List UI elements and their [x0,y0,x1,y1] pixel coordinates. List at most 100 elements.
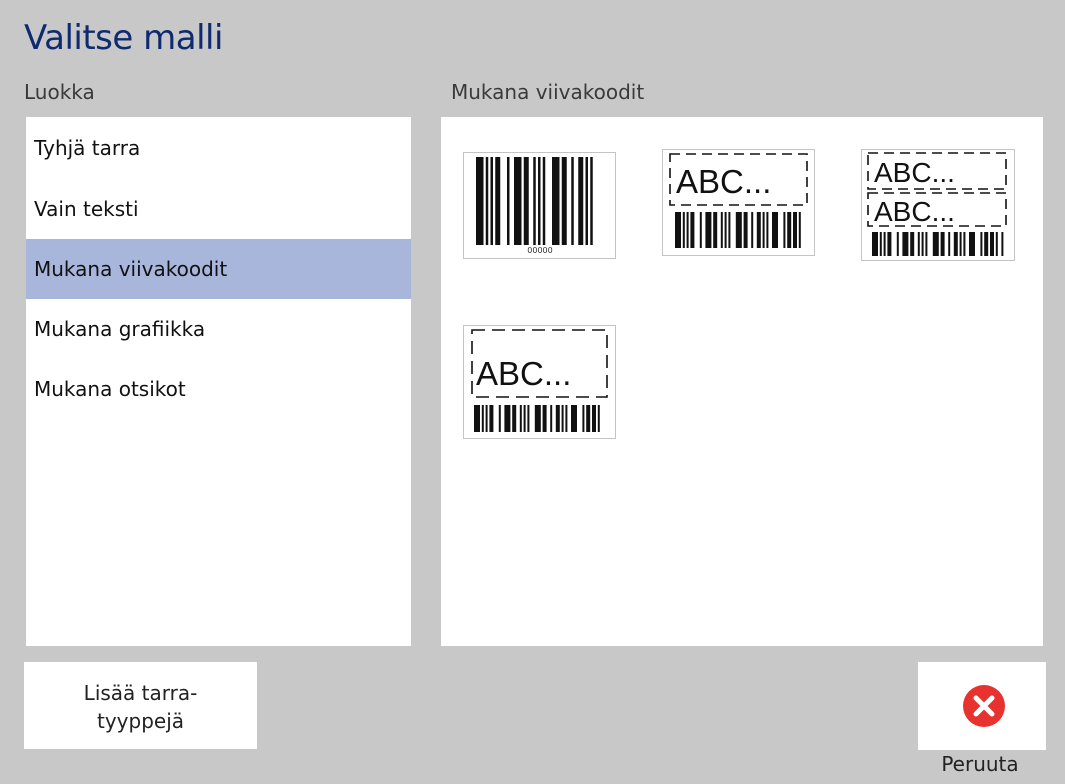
barcode-bar [585,157,588,245]
category-label: Luokka [24,80,95,104]
barcode-bar [724,212,727,248]
barcode-caption: 00000 [527,246,552,255]
barcode-bar [735,212,742,248]
barcode-bar [883,232,886,256]
barcode-bar [555,405,560,432]
barcode-bar [798,212,801,248]
barcode-bar [995,232,998,256]
cancel-label: Peruuta [941,752,1019,776]
barcode-bar [948,232,951,256]
barcode-bar [552,157,560,245]
barcode-bar [751,212,754,248]
template-sample-text-line2: ABC... [874,196,955,227]
template-sample-text-line1: ABC... [874,157,955,188]
barcode-bar [498,405,501,432]
category-item-blank-label[interactable]: Tyhjä tarra [26,117,411,179]
category-item-with-headers[interactable]: Mukana otsikot [26,359,411,419]
template-tall-text-over-barcode[interactable]: ABC... [463,325,616,439]
barcode-bars [872,232,1004,256]
barcode-bar [485,405,488,432]
barcode-bar [984,232,989,256]
barcode-bar [762,212,765,248]
barcode-bar [963,232,966,256]
barcode-bar [728,212,731,248]
template-sample-text: ABC... [676,163,771,200]
barcode-bar [476,157,484,245]
barcode-bar [512,405,517,432]
barcode-bar [787,212,792,248]
barcode-bar [495,157,501,245]
barcode-bar [504,405,511,432]
barcode-bar [940,232,945,256]
barcode-bar [879,232,882,256]
barcode-bar [959,232,962,256]
barcode-bars [675,212,801,248]
barcode-bar [586,405,591,432]
barcode-bar [925,232,928,256]
barcode-bar [756,212,761,248]
barcode-bar [474,405,480,432]
category-item-with-graphics[interactable]: Mukana grafiikka [26,299,411,359]
barcode-bar [523,157,529,245]
barcode-bar [507,157,510,245]
barcode-bar [597,405,600,432]
barcode-bar [969,232,975,256]
barcode-bar [917,232,920,256]
barcode-bar [682,212,685,248]
barcode-bar [485,157,489,245]
barcode-bar [534,405,541,432]
barcode-bar [990,232,994,256]
barcode-bar [910,232,915,256]
barcode-bar [582,405,585,432]
add-label-types-line2: tyyppejä [96,709,185,733]
barcode-bar [542,405,547,432]
barcode-bar [766,212,769,248]
category-list: Tyhjä tarra Vain teksti Mukana viivakood… [26,117,411,646]
template-text-over-barcode[interactable]: ABC... [662,149,815,256]
barcode-bar [902,232,909,256]
template-two-text-over-barcode[interactable]: ABC... ABC... [861,149,1015,261]
barcode-bar [686,212,689,248]
template-section-label: Mukana viivakoodit [451,80,645,104]
barcode-bar [887,232,892,256]
barcode-bar [699,212,702,248]
barcode-bar [523,405,526,432]
barcode-bar [772,212,778,248]
barcode-bar [571,157,574,245]
close-icon [963,685,1005,727]
barcode-bar [533,157,536,245]
barcode-bar [542,157,546,245]
barcode-bar [527,405,530,432]
add-label-types-button[interactable]: Lisää tarra- tyyppejä [24,662,257,749]
template-barcode-only[interactable]: 00000 [463,152,616,259]
barcode-bar [490,157,493,245]
page-title: Valitse malli [24,18,223,58]
barcode-bar [519,405,522,432]
barcode-bar [793,212,797,248]
category-item-with-barcodes[interactable]: Mukana viivakoodit [26,239,411,299]
template-sample-text: ABC... [476,355,571,392]
barcode-bar [578,157,584,245]
barcode-bar [481,405,484,432]
add-label-types-line1: Lisää tarra- [83,681,198,705]
barcode-bar [932,232,939,256]
barcode-bar [690,212,695,248]
barcode-bar [896,232,899,256]
barcode-bar [571,405,577,432]
barcode-bar [872,232,878,256]
barcode-bar [561,405,564,432]
cancel-button[interactable] [918,662,1046,750]
template-grid: 00000 ABC... ABC... ABC... ABC... [441,117,1043,646]
barcode-bar [675,212,681,248]
barcode-bars [474,405,600,432]
barcode-bar [550,405,553,432]
barcode-bar [743,212,748,248]
barcode-bars [476,157,593,245]
barcode-bar [514,157,522,245]
barcode-bar [1001,232,1004,256]
barcode-bar [720,212,723,248]
category-item-text-only[interactable]: Vain teksti [26,179,411,239]
barcode-bar [713,212,718,248]
barcode-bar [592,405,596,432]
barcode-bar [921,232,924,256]
